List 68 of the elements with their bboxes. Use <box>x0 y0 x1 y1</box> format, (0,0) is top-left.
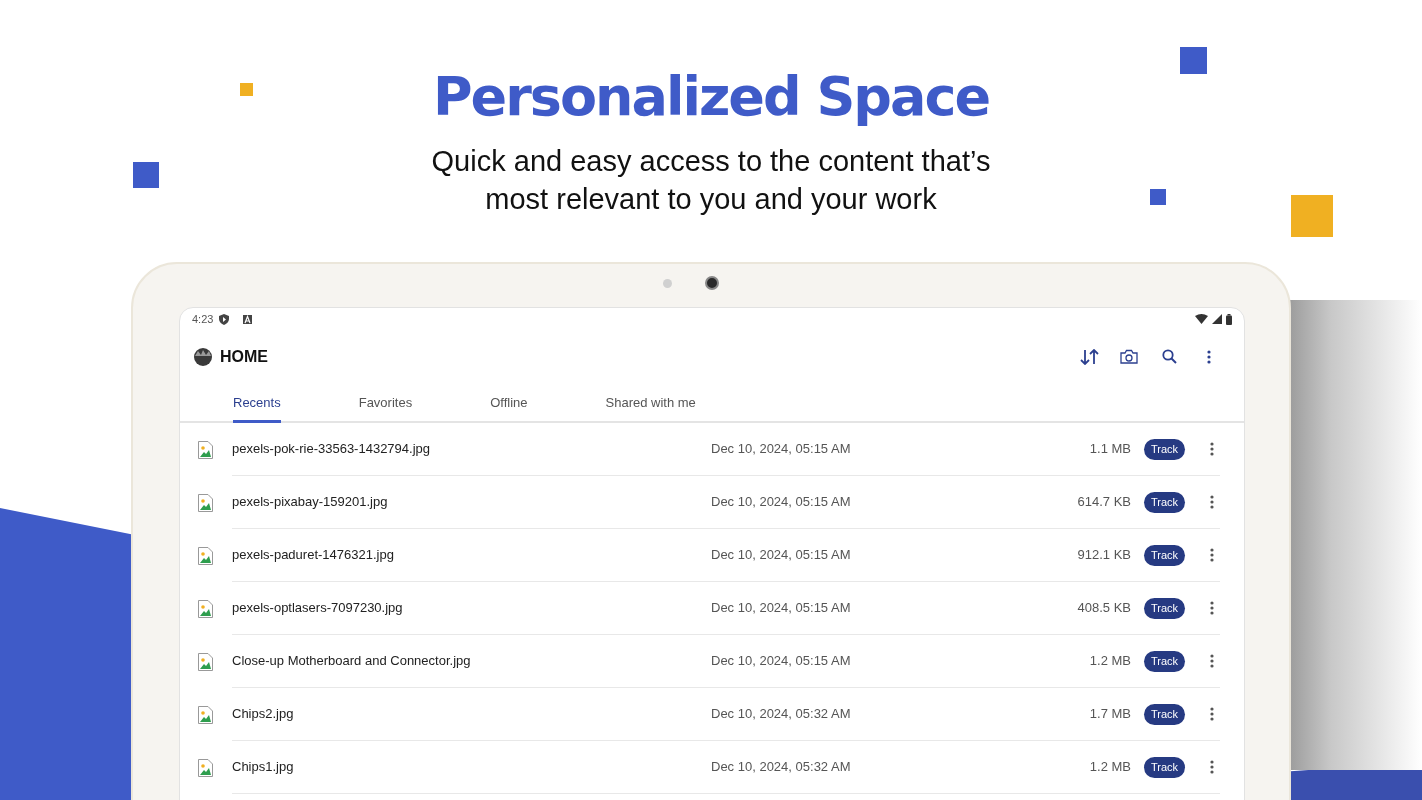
status-time: 4:23 <box>192 311 214 327</box>
file-size: 1.1 MB <box>1088 440 1131 459</box>
more-icon <box>1210 601 1215 615</box>
camera-lens <box>705 276 719 290</box>
file-size: 614.7 KB <box>1076 493 1131 512</box>
battery-icon <box>1226 313 1232 325</box>
more-icon <box>1210 442 1215 456</box>
signal-icon <box>1212 314 1222 324</box>
more-icon <box>1207 349 1211 364</box>
track-button[interactable]: Track <box>1144 491 1186 513</box>
tab[interactable]: Offline <box>490 383 528 423</box>
search-icon <box>1161 349 1177 364</box>
sort-icon <box>1079 348 1099 365</box>
sort-button[interactable] <box>1079 346 1099 367</box>
file-name: pexels-paduret-1476321.jpg <box>232 546 395 565</box>
file-name: pexels-pok-rie-33563-1432794.jpg <box>232 440 432 459</box>
file-size: 1.7 MB <box>1088 705 1131 724</box>
decorative-square <box>1180 47 1207 74</box>
more-icon <box>1210 548 1215 562</box>
file-size: 912.1 KB <box>1076 546 1131 565</box>
image-file-icon <box>198 546 213 565</box>
tab[interactable]: Shared with me <box>605 383 696 423</box>
more-icon <box>1210 760 1215 774</box>
file-date: Dec 10, 2024, 05:15 AM <box>711 546 852 565</box>
more-icon <box>1210 707 1215 721</box>
image-file-icon <box>198 652 213 671</box>
track-button[interactable]: Track <box>1144 438 1186 460</box>
subtitle: Quick and easy access to the content that’s most relevant to you and your work <box>430 144 992 217</box>
file-size: 408.5 KB <box>1076 599 1131 618</box>
font-icon <box>243 314 253 324</box>
image-file-icon <box>198 705 213 724</box>
track-button[interactable]: Track <box>1144 597 1186 619</box>
file-date: Dec 10, 2024, 05:32 AM <box>711 705 852 724</box>
image-file-icon <box>198 758 213 777</box>
tab[interactable]: Recents <box>233 383 281 423</box>
file-name: pexels-optlasers-7097230.jpg <box>232 599 404 618</box>
camera-sensor <box>663 279 672 288</box>
image-file-icon <box>198 599 213 618</box>
headline: Personalized Space <box>432 64 990 130</box>
file-date: Dec 10, 2024, 05:15 AM <box>711 493 852 512</box>
more-icon <box>1210 654 1215 668</box>
track-button[interactable]: Track <box>1144 544 1186 566</box>
image-file-icon <box>198 493 213 512</box>
app-title: HOME <box>220 346 268 367</box>
decorative-square <box>133 162 159 188</box>
file-date: Dec 10, 2024, 05:15 AM <box>711 599 852 618</box>
file-name: Close-up Motherboard and Connector.jpg <box>232 652 472 671</box>
image-file-icon <box>198 440 213 459</box>
camera-icon <box>1120 349 1138 364</box>
tab[interactable]: Favorites <box>358 383 413 423</box>
file-size: 1.2 MB <box>1088 758 1131 777</box>
file-date: Dec 10, 2024, 05:15 AM <box>711 652 852 671</box>
decorative-square <box>1291 195 1333 237</box>
track-button[interactable]: Track <box>1144 703 1186 725</box>
file-date: Dec 10, 2024, 05:15 AM <box>711 440 852 459</box>
file-size: 1.2 MB <box>1088 652 1131 671</box>
decorative-square <box>1150 189 1166 205</box>
wifi-icon <box>1195 314 1208 324</box>
file-name: pexels-pixabay-159201.jpg <box>232 493 389 512</box>
file-name: Chips2.jpg <box>232 705 295 724</box>
more-icon <box>1210 495 1215 509</box>
shield-icon <box>219 313 230 325</box>
track-button[interactable]: Track <box>1144 650 1186 672</box>
avatar-icon <box>193 347 213 366</box>
track-button[interactable]: Track <box>1144 756 1186 778</box>
file-name: Chips1.jpg <box>232 758 295 777</box>
decorative-square <box>240 83 253 96</box>
file-date: Dec 10, 2024, 05:32 AM <box>711 758 852 777</box>
